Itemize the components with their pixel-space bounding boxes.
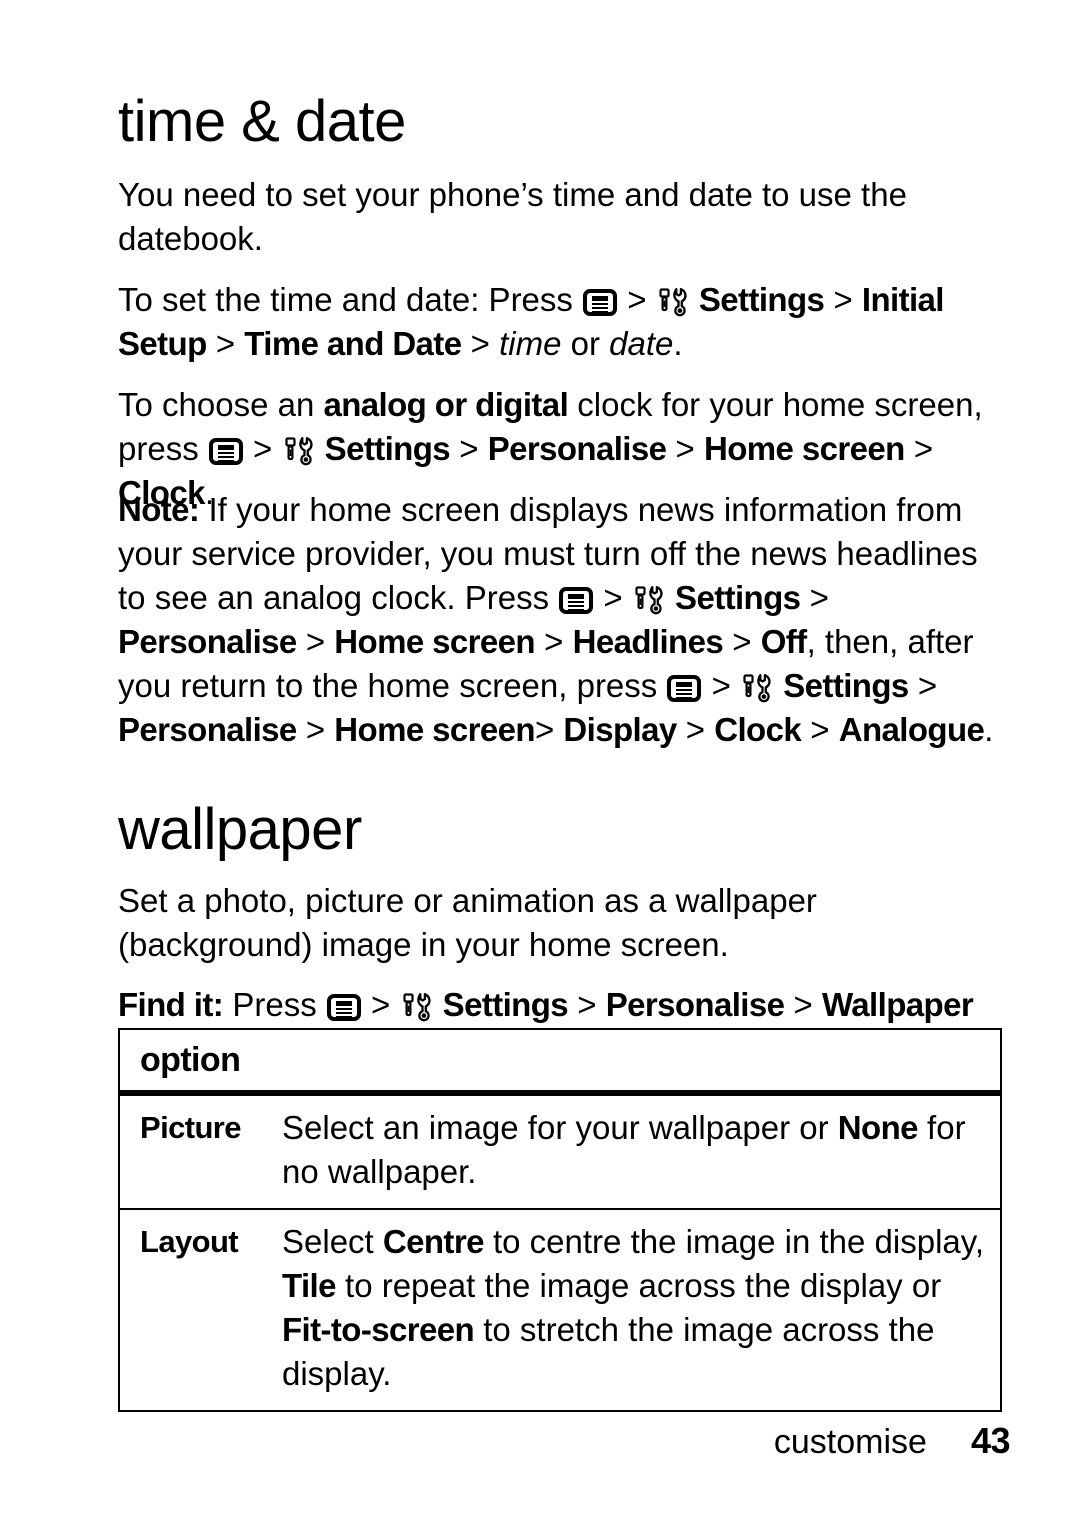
page-title-time-and-date: time & date (118, 88, 406, 154)
chevron-separator: > (215, 325, 236, 362)
chevron-separator: > (917, 667, 938, 704)
chevron-separator: > (534, 711, 555, 748)
press-label: press (576, 667, 667, 704)
menu-key-icon (208, 438, 243, 465)
wallpaper-options-table: option Picture Select an image for your … (118, 1028, 1002, 1412)
analog-lead: To choose an (118, 386, 324, 423)
table-row: Picture Select an image for your wallpap… (120, 1096, 1000, 1210)
path-time-italic: time (499, 325, 562, 362)
chevron-separator: > (470, 325, 490, 362)
table-cell-option-key: Picture (140, 1110, 242, 1145)
layout-desc-centre: Centre (382, 1223, 485, 1260)
chevron-separator: > (675, 430, 695, 467)
conjunction-or: or (561, 325, 610, 362)
set-time-date-lead: To set the time and date: Press (118, 281, 583, 318)
emphasis-analog-or-digital: analog or digital (323, 386, 569, 423)
manual-page: time & date You need to set your phone’s… (0, 0, 1080, 1521)
chevron-separator: > (577, 986, 597, 1023)
sentence-period: . (673, 325, 683, 362)
path-settings: Settings (442, 986, 569, 1023)
path-headlines: Headlines (572, 623, 724, 660)
path-home-screen: Home screen (334, 711, 535, 748)
path-settings: Settings (324, 430, 451, 467)
chevron-separator: > (732, 623, 752, 660)
chevron-separator: > (810, 711, 830, 748)
sentence-period: . (984, 711, 994, 748)
menu-key-icon (326, 994, 361, 1021)
paragraph-note: Note: If your home screen displays news … (118, 488, 1002, 752)
path-analogue: Analogue (838, 711, 985, 748)
footer-section-name: customise (773, 1423, 927, 1461)
table-cell-option-key: Layout (140, 1224, 239, 1259)
path-home-screen: Home screen (703, 430, 905, 467)
path-time-and-date: Time and Date (244, 325, 462, 362)
layout-desc-part-3: to centre the image in the display, (483, 1223, 985, 1260)
find-it-label: Find it: (118, 986, 224, 1023)
path-settings: Settings (698, 281, 825, 318)
menu-key-icon (667, 675, 702, 702)
settings-tools-icon (283, 435, 315, 467)
table-cell-option-description: Select Centre to centre the image in the… (282, 1210, 1000, 1410)
table-row: Layout Select Centre to centre the image… (120, 1210, 1000, 1410)
chevron-separator: > (459, 430, 479, 467)
paragraph-wallpaper-intro: Set a photo, picture or animation as a w… (118, 882, 817, 963)
path-settings: Settings (675, 579, 801, 616)
path-wallpaper: Wallpaper (821, 986, 974, 1023)
press-label: Press (223, 986, 326, 1023)
chevron-separator: > (544, 623, 564, 660)
settings-tools-icon (657, 286, 689, 318)
chevron-separator: > (627, 281, 647, 318)
layout-desc-tile: Tile (282, 1267, 336, 1304)
chevron-separator: > (371, 986, 391, 1023)
menu-key-icon (559, 587, 594, 614)
paragraph-set-time-date: To set the time and date: Press > Settin… (118, 278, 1002, 366)
settings-tools-icon (401, 991, 433, 1023)
layout-desc-part-1: Select (282, 1223, 383, 1260)
chevron-separator: > (603, 579, 623, 616)
chevron-separator: > (711, 667, 731, 704)
path-date-italic: date (609, 325, 674, 362)
note-body-1: If your home screen displays news inform… (118, 491, 978, 616)
chevron-separator: > (809, 579, 829, 616)
paragraph-find-it: Find it: Press > Settings > Personalise … (118, 983, 1002, 1027)
path-home-screen: Home screen (334, 623, 535, 660)
path-display: Display (563, 711, 677, 748)
path-clock: Clock (714, 711, 802, 748)
menu-key-icon (583, 289, 618, 316)
paragraph-intro: You need to set your phone’s time and da… (118, 176, 907, 257)
chevron-separator: > (305, 623, 326, 660)
chevron-separator: > (913, 430, 934, 467)
settings-tools-icon (633, 584, 665, 616)
page-footer: customise 43 (0, 1420, 1011, 1462)
path-personalise: Personalise (118, 711, 297, 748)
settings-tools-icon (741, 672, 773, 704)
path-personalise: Personalise (118, 623, 297, 660)
chevron-separator: > (685, 711, 706, 748)
chevron-separator: > (833, 281, 853, 318)
page-title-wallpaper: wallpaper (118, 796, 362, 862)
footer-page-number: 43 (970, 1420, 1011, 1461)
path-personalise: Personalise (605, 986, 785, 1023)
table-cell-option-description: Select an image for your wallpaper or No… (282, 1096, 1000, 1208)
analog-mid: clock for your home screen, (568, 386, 983, 423)
path-off: Off (760, 623, 807, 660)
picture-desc-none: None (837, 1109, 919, 1146)
path-settings: Settings (783, 667, 909, 704)
chevron-separator: > (253, 430, 273, 467)
press-label: press (118, 430, 208, 467)
note-label: Note: (118, 491, 200, 528)
chevron-separator: > (305, 711, 326, 748)
layout-desc-part-5: to repeat the image across the display o… (335, 1267, 942, 1304)
path-personalise: Personalise (487, 430, 667, 467)
picture-desc-part-1: Select an image for your wallpaper or (282, 1109, 838, 1146)
layout-desc-fit-to-screen: Fit-to-screen (282, 1311, 475, 1348)
table-header-option: option (120, 1030, 1000, 1096)
chevron-separator: > (793, 986, 813, 1023)
